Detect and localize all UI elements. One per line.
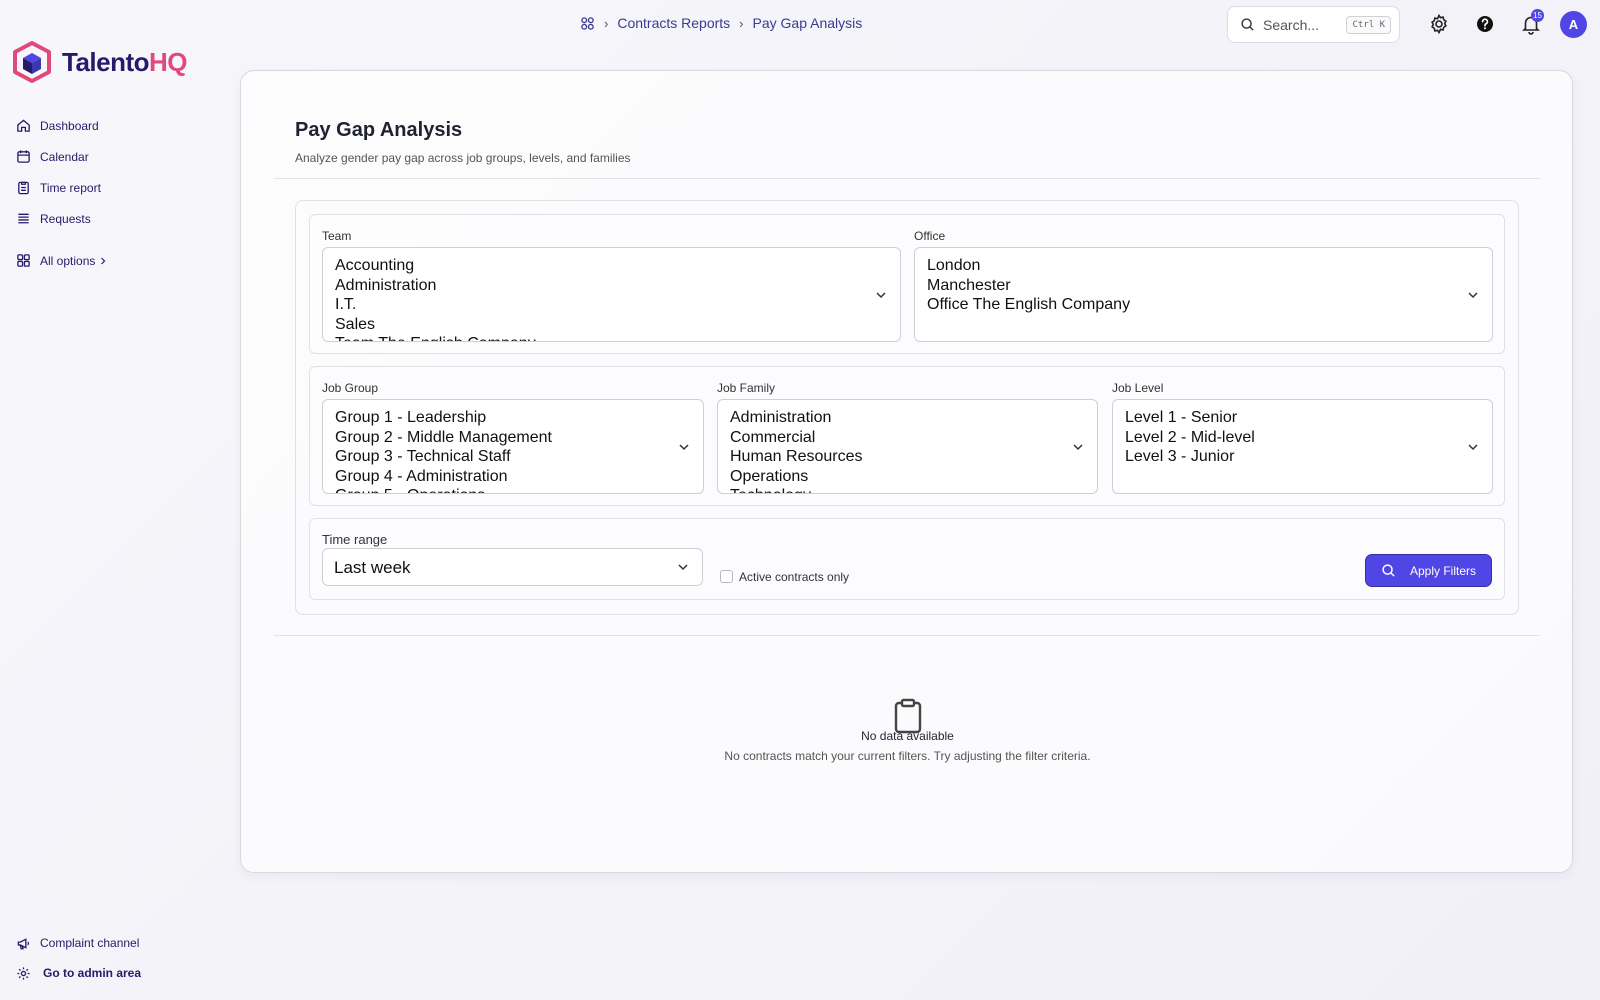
chevron-down-icon [1468, 292, 1478, 299]
sidebar-item-label: Dashboard [40, 118, 99, 133]
search-placeholder: Search... [1263, 16, 1320, 33]
sidebar-item-dashboard[interactable]: Dashboard [16, 110, 107, 141]
chevron-right-icon: › [739, 15, 744, 31]
time-range-value: Last week [334, 558, 411, 577]
sidebar-item-label: Time report [40, 180, 101, 195]
job-family-option[interactable]: Human Resources [730, 447, 1085, 467]
job-group-option[interactable]: Group 4 - Administration [335, 467, 691, 487]
job-family-option[interactable]: Commercial [730, 428, 1085, 448]
job-family-option[interactable]: Technology [730, 486, 1085, 493]
job-group-select[interactable]: Group 1 - Leadership Group 2 - Middle Ma… [322, 399, 704, 494]
chevron-right-icon: › [604, 15, 609, 31]
brand-name: TalentoHQ [62, 46, 188, 77]
calendar-icon [17, 150, 30, 163]
team-select[interactable]: Accounting Administration I.T. Sales Tea… [322, 247, 901, 342]
filter-row-time: Time range Last week Active contracts on… [309, 518, 1505, 600]
team-label: Team [322, 229, 352, 243]
empty-state-message: No contracts match your current filters.… [724, 749, 1091, 763]
job-group-option[interactable]: Group 5 - Operations [335, 486, 691, 493]
chevron-right-icon [101, 257, 106, 264]
apps-icon[interactable] [580, 16, 595, 31]
job-group-label: Job Group [322, 381, 379, 395]
job-group-option[interactable]: Group 1 - Leadership [335, 408, 691, 428]
main-card: Pay Gap Analysis Analyze gender pay gap … [240, 70, 1573, 873]
filters-panel: Team Accounting Administration I.T. Sale… [295, 200, 1519, 615]
breadcrumb: › Contracts Reports › Pay Gap Analysis [580, 15, 862, 31]
job-family-option[interactable]: Operations [730, 467, 1085, 487]
list-icon [18, 213, 29, 224]
chevron-down-icon [1073, 444, 1083, 451]
settings-icon[interactable] [1428, 13, 1450, 35]
job-level-option[interactable]: Level 2 - Mid-level [1125, 428, 1480, 448]
divider [274, 178, 1540, 179]
page-title: Pay Gap Analysis [295, 119, 463, 141]
team-option[interactable]: Team The English Company [335, 334, 888, 341]
search-icon [1241, 18, 1254, 31]
sidebar-nav: Dashboard Calendar Time report Requests … [16, 110, 107, 276]
breadcrumb-contracts-reports[interactable]: Contracts Reports [617, 15, 730, 31]
job-group-option[interactable]: Group 2 - Middle Management [335, 428, 691, 448]
job-group-option[interactable]: Group 3 - Technical Staff [335, 447, 691, 467]
divider [274, 635, 1540, 636]
chevron-down-icon [1468, 444, 1478, 451]
job-level-label: Job Level [1112, 381, 1164, 395]
gear-icon [17, 966, 30, 980]
notification-badge: 15 [1531, 9, 1544, 22]
office-label: Office [914, 229, 946, 243]
sidebar-item-requests[interactable]: Requests [16, 203, 107, 234]
sidebar-item-label: All options [40, 253, 96, 268]
sidebar-item-all-options[interactable]: All options [16, 245, 107, 276]
search-shortcut: Ctrl K [1346, 15, 1391, 34]
sidebar-item-label: Complaint channel [40, 936, 140, 950]
team-option[interactable]: Administration [335, 276, 888, 296]
cube-logo-icon [13, 41, 51, 83]
home-icon [17, 119, 30, 132]
office-option[interactable]: Manchester [927, 276, 1480, 296]
chevron-down-icon [876, 292, 886, 299]
page-subtitle: Analyze gender pay gap across job groups… [295, 151, 631, 165]
time-range-select[interactable]: Last week [322, 548, 703, 586]
office-option[interactable]: Office The English Company [927, 295, 1480, 315]
team-option[interactable]: Accounting [335, 256, 888, 276]
clipboard-icon [18, 181, 29, 195]
job-family-option[interactable]: Administration [730, 408, 1085, 428]
sidebar-item-label: Go to admin area [43, 966, 142, 980]
office-select[interactable]: London Manchester Office The English Com… [914, 247, 1493, 342]
brand-logo[interactable]: TalentoHQ [12, 40, 188, 84]
job-level-select[interactable]: Level 1 - Senior Level 2 - Mid-level Lev… [1112, 399, 1493, 494]
sidebar-item-admin-area[interactable]: Go to admin area [16, 958, 141, 988]
sidebar-item-calendar[interactable]: Calendar [16, 141, 107, 172]
sidebar-bottom: Complaint channel Go to admin area [16, 928, 141, 988]
apply-filters-label: Apply Filters [1409, 563, 1477, 578]
office-option[interactable]: London [927, 256, 1480, 276]
breadcrumb-current: Pay Gap Analysis [752, 15, 863, 31]
sidebar-item-label: Requests [40, 211, 91, 226]
search-input[interactable]: Search... Ctrl K [1227, 6, 1400, 43]
chevron-down-icon [678, 564, 688, 571]
sidebar-item-complaint-channel[interactable]: Complaint channel [16, 928, 141, 958]
search-icon [1382, 564, 1395, 577]
grid-icon [17, 254, 30, 267]
job-level-option[interactable]: Level 1 - Senior [1125, 408, 1480, 428]
job-family-label: Job Family [717, 381, 776, 395]
active-contracts-checkbox[interactable] [720, 570, 733, 583]
chevron-down-icon [679, 444, 689, 451]
megaphone-icon [17, 937, 30, 949]
sidebar: TalentoHQ Dashboard Calendar Time report… [0, 0, 210, 1000]
team-option[interactable]: Sales [335, 315, 888, 335]
time-range-label: Time range [322, 532, 388, 547]
team-option[interactable]: I.T. [335, 295, 888, 315]
job-level-option[interactable]: Level 3 - Junior [1125, 447, 1480, 467]
apply-filters-button[interactable]: Apply Filters [1365, 554, 1492, 587]
active-contracts-label[interactable]: Active contracts only [739, 570, 849, 584]
filter-row-team-office: Team Accounting Administration I.T. Sale… [309, 214, 1505, 354]
sidebar-item-time-report[interactable]: Time report [16, 172, 107, 203]
avatar[interactable]: A [1560, 11, 1587, 38]
sidebar-item-label: Calendar [40, 149, 89, 164]
job-family-select[interactable]: Administration Commercial Human Resource… [717, 399, 1098, 494]
help-icon[interactable] [1474, 13, 1496, 35]
filter-row-jobs: Job Group Group 1 - Leadership Group 2 -… [309, 366, 1505, 506]
empty-state-title: No data available [861, 729, 954, 743]
